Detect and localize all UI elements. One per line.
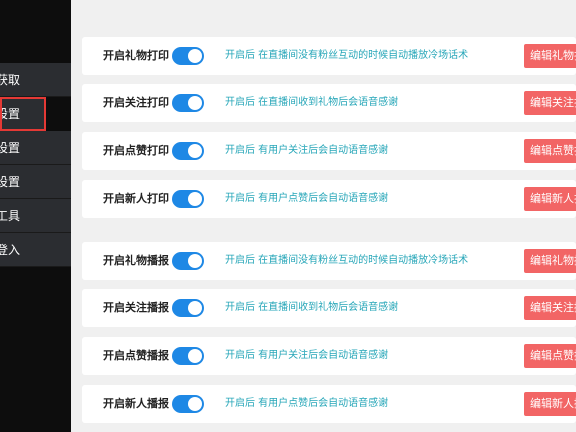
edit-newcomer-print-button[interactable]: 编辑新人打印 (524, 187, 576, 211)
sidebar: 获取 设置 设置 设置 工具 登入 (0, 0, 71, 432)
edit-like-broadcast-button[interactable]: 编辑点赞播报 (524, 344, 576, 368)
setting-label: 开启关注播报 (103, 301, 169, 314)
setting-row-like-broadcast: 开启点赞播报 开启后 有用户关注后会自动语音感谢 编辑点赞播报 (82, 337, 576, 375)
follow-print-toggle[interactable] (172, 94, 204, 112)
edit-newcomer-broadcast-button[interactable]: 编辑新人播报 (524, 392, 576, 416)
like-print-toggle[interactable] (172, 142, 204, 160)
sidebar-item-login[interactable]: 登入 (0, 233, 71, 267)
edit-follow-print-button[interactable]: 编辑关注打印 (524, 91, 576, 115)
like-broadcast-toggle[interactable] (172, 347, 204, 365)
gift-print-toggle[interactable] (172, 47, 204, 65)
gift-broadcast-toggle[interactable] (172, 252, 204, 270)
setting-description: 开启后 有用户关注后会自动语音感谢 (225, 145, 389, 156)
toggle-knob (188, 96, 202, 110)
edit-gift-broadcast-button[interactable]: 编辑礼物播报 (524, 249, 576, 273)
setting-label: 开启礼物播报 (103, 254, 169, 267)
toggle-knob (188, 349, 202, 363)
setting-row-newcomer-print: 开启新人打印 开启后 有用户点赞后会自动语音感谢 编辑新人打印 (82, 180, 576, 218)
toggle-knob (188, 254, 202, 268)
setting-row-follow-broadcast: 开启关注播报 开启后 在直播间收到礼物后会语音感谢 编辑关注播报 (82, 289, 576, 327)
newcomer-print-toggle[interactable] (172, 190, 204, 208)
toggle-knob (188, 397, 202, 411)
sidebar-item-fetch[interactable]: 获取 (0, 63, 71, 97)
setting-label: 开启点赞打印 (103, 144, 169, 157)
setting-row-gift-broadcast: 开启礼物播报 开启后 在直播间没有粉丝互动的时候自动播放冷场话术 编辑礼物播报 (82, 242, 576, 280)
toggle-knob (188, 144, 202, 158)
sidebar-item-settings-2[interactable]: 设置 (0, 131, 71, 165)
setting-description: 开启后 有用户关注后会自动语音感谢 (225, 350, 389, 361)
setting-label: 开启点赞播报 (103, 349, 169, 362)
setting-description: 开启后 在直播间收到礼物后会语音感谢 (225, 97, 399, 108)
setting-label: 开启新人打印 (103, 192, 169, 205)
setting-label: 开启新人播报 (103, 397, 169, 410)
newcomer-broadcast-toggle[interactable] (172, 395, 204, 413)
edit-follow-broadcast-button[interactable]: 编辑关注播报 (524, 296, 576, 320)
settings-panel: 开启礼物打印 开启后 在直播间没有粉丝互动的时候自动播放冷场话术 编辑礼物打印 … (71, 0, 576, 432)
setting-row-follow-print: 开启关注打印 开启后 在直播间收到礼物后会语音感谢 编辑关注打印 (82, 84, 576, 122)
toggle-knob (188, 49, 202, 63)
toggle-knob (188, 301, 202, 315)
sidebar-item-settings-selected[interactable]: 设置 (0, 97, 46, 131)
setting-label: 开启礼物打印 (103, 49, 169, 62)
setting-description: 开启后 有用户点赞后会自动语音感谢 (225, 193, 389, 204)
setting-description: 开启后 在直播间收到礼物后会语音感谢 (225, 302, 399, 313)
toggle-knob (188, 192, 202, 206)
follow-broadcast-toggle[interactable] (172, 299, 204, 317)
setting-row-like-print: 开启点赞打印 开启后 有用户关注后会自动语音感谢 编辑点赞打印 (82, 132, 576, 170)
setting-description: 开启后 在直播间没有粉丝互动的时候自动播放冷场话术 (225, 50, 469, 61)
setting-row-gift-print: 开启礼物打印 开启后 在直播间没有粉丝互动的时候自动播放冷场话术 编辑礼物打印 (82, 37, 576, 75)
edit-like-print-button[interactable]: 编辑点赞打印 (524, 139, 576, 163)
setting-description: 开启后 在直播间没有粉丝互动的时候自动播放冷场话术 (225, 255, 469, 266)
sidebar-item-tools[interactable]: 工具 (0, 199, 71, 233)
setting-description: 开启后 有用户点赞后会自动语音感谢 (225, 398, 389, 409)
setting-row-newcomer-broadcast: 开启新人播报 开启后 有用户点赞后会自动语音感谢 编辑新人播报 (82, 385, 576, 423)
setting-label: 开启关注打印 (103, 96, 169, 109)
sidebar-item-settings-3[interactable]: 设置 (0, 165, 71, 199)
edit-gift-print-button[interactable]: 编辑礼物打印 (524, 44, 576, 68)
